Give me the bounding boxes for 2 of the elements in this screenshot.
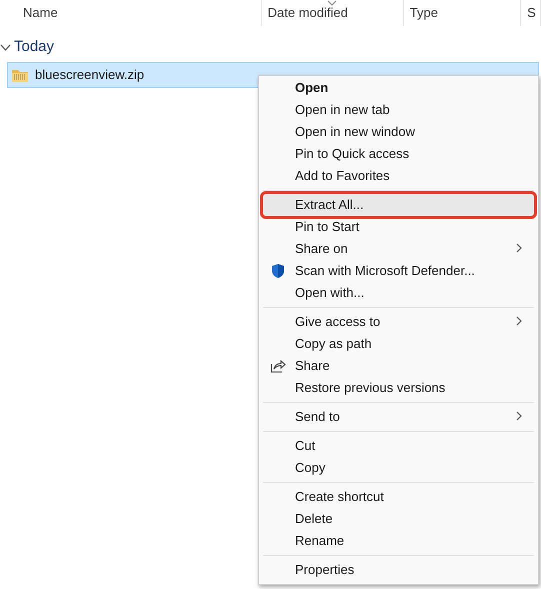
group-heading: Today [14, 36, 54, 57]
file-name: bluescreenview.zip [35, 66, 146, 84]
